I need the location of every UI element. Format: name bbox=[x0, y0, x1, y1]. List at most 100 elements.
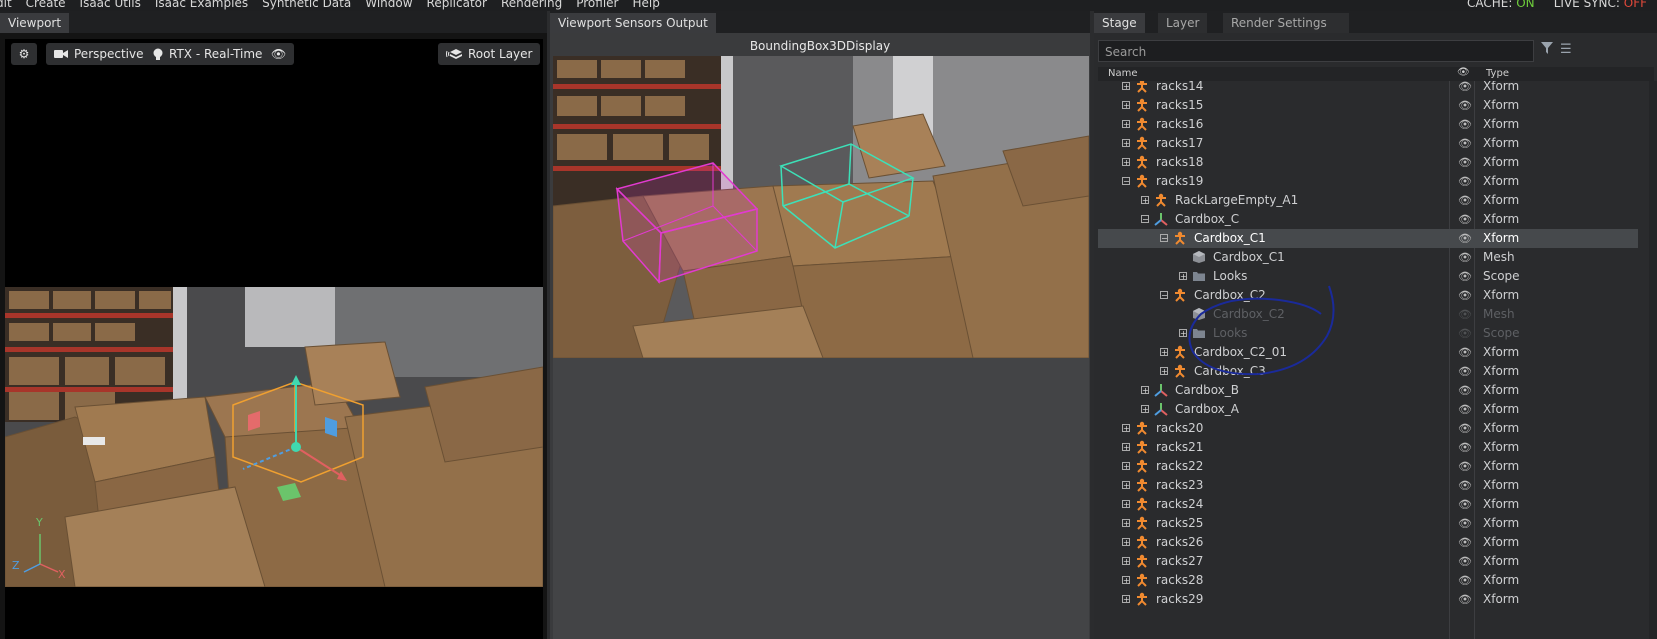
visibility-eye-icon[interactable]: 👁 bbox=[1458, 96, 1472, 115]
stage-search-input[interactable]: Search bbox=[1098, 40, 1534, 62]
visibility-eye-icon[interactable]: 👁 bbox=[1458, 324, 1472, 343]
menu-item[interactable]: Window bbox=[365, 0, 412, 10]
expand-toggle-icon[interactable]: + bbox=[1122, 557, 1130, 566]
expand-toggle-icon[interactable]: + bbox=[1122, 101, 1130, 110]
tree-row[interactable]: − Cardbox_C2 👁 Xform bbox=[1098, 286, 1638, 305]
viewport-3d-scene[interactable] bbox=[5, 287, 543, 587]
expand-toggle-icon[interactable]: + bbox=[1141, 405, 1149, 414]
expand-toggle-icon[interactable]: + bbox=[1122, 576, 1130, 585]
tree-row[interactable]: + racks15 👁 Xform bbox=[1098, 96, 1638, 115]
expand-toggle-icon[interactable]: + bbox=[1122, 500, 1130, 509]
visibility-eye-icon[interactable]: 👁 bbox=[1458, 267, 1472, 286]
visibility-eye-icon[interactable]: 👁 bbox=[1458, 191, 1472, 210]
options-menu-icon[interactable]: ☰ bbox=[1560, 42, 1572, 57]
menu-item[interactable]: Help bbox=[632, 0, 659, 10]
expand-toggle-icon[interactable]: − bbox=[1160, 291, 1168, 300]
tree-row[interactable]: + racks16 👁 Xform bbox=[1098, 115, 1638, 134]
visibility-eye-icon[interactable]: 👁 bbox=[1458, 172, 1472, 191]
tree-row[interactable]: + Cardbox_C3 👁 Xform bbox=[1098, 362, 1638, 381]
layer-button[interactable]: Root Layer bbox=[438, 43, 541, 65]
tab-stage[interactable]: Stage bbox=[1094, 13, 1145, 33]
tree-row[interactable]: + racks17 👁 Xform bbox=[1098, 134, 1638, 153]
tree-row[interactable]: Cardbox_C1 👁 Mesh bbox=[1098, 248, 1638, 267]
menu-item[interactable]: Isaac Utils bbox=[80, 0, 141, 10]
expand-toggle-icon[interactable]: + bbox=[1122, 538, 1130, 547]
expand-toggle-icon[interactable]: + bbox=[1122, 82, 1130, 91]
visibility-eye-icon[interactable]: 👁 bbox=[1458, 400, 1472, 419]
tree-row[interactable]: + Cardbox_B 👁 Xform bbox=[1098, 381, 1638, 400]
visibility-eye-icon[interactable]: 👁 bbox=[1458, 476, 1472, 495]
expand-toggle-icon[interactable]: + bbox=[1122, 120, 1130, 129]
tree-row[interactable]: + racks27 👁 Xform bbox=[1098, 552, 1638, 571]
filter-icon[interactable] bbox=[1541, 42, 1555, 58]
tree-row[interactable]: + racks29 👁 Xform bbox=[1098, 590, 1638, 609]
visibility-eye-icon[interactable]: 👁 bbox=[1458, 571, 1472, 590]
visibility-eye-icon[interactable]: 👁 bbox=[1458, 457, 1472, 476]
tab-viewport[interactable]: Viewport bbox=[0, 13, 70, 33]
menu-item[interactable]: Rendering bbox=[501, 0, 562, 10]
tree-row[interactable]: + racks20 👁 Xform bbox=[1098, 419, 1638, 438]
tab-render-settings[interactable]: Render Settings bbox=[1223, 13, 1349, 33]
visibility-eye-icon[interactable]: 👁 bbox=[1458, 229, 1472, 248]
visibility-eye-icon[interactable]: 👁 bbox=[1458, 533, 1472, 552]
expand-toggle-icon[interactable]: + bbox=[1122, 139, 1130, 148]
visibility-eye-icon[interactable]: 👁 bbox=[1458, 248, 1472, 267]
expand-toggle-icon[interactable]: + bbox=[1122, 462, 1130, 471]
visibility-eye-icon[interactable]: 👁 bbox=[1458, 286, 1472, 305]
visibility-eye-icon[interactable]: 👁 bbox=[1458, 343, 1472, 362]
tree-row[interactable]: − Cardbox_C1 👁 Xform bbox=[1098, 229, 1638, 248]
menu-item[interactable]: Create bbox=[26, 0, 66, 10]
tree-row[interactable]: + Looks 👁 Scope bbox=[1098, 324, 1638, 343]
tree-row[interactable]: + racks23 👁 Xform bbox=[1098, 476, 1638, 495]
visibility-button[interactable]: 👁 bbox=[263, 43, 295, 65]
expand-toggle-icon[interactable]: + bbox=[1122, 481, 1130, 490]
tree-row[interactable]: + racks26 👁 Xform bbox=[1098, 533, 1638, 552]
expand-toggle-icon[interactable]: + bbox=[1141, 196, 1149, 205]
menu-item[interactable]: Replicator bbox=[427, 0, 487, 10]
viewport-settings-button[interactable]: ⚙ bbox=[11, 43, 37, 65]
menu-item[interactable]: Profiler bbox=[576, 0, 618, 10]
livesync-value[interactable]: OFF bbox=[1624, 0, 1647, 10]
visibility-eye-icon[interactable]: 👁 bbox=[1458, 419, 1472, 438]
visibility-eye-icon[interactable]: 👁 bbox=[1458, 305, 1472, 324]
tree-row[interactable]: + racks24 👁 Xform bbox=[1098, 495, 1638, 514]
column-visibility-header-eye-icon[interactable]: 👁 bbox=[1457, 67, 1470, 78]
visibility-eye-icon[interactable]: 👁 bbox=[1458, 81, 1472, 96]
expand-toggle-icon[interactable]: + bbox=[1179, 272, 1187, 281]
tab-viewport-sensors-output[interactable]: Viewport Sensors Output bbox=[550, 13, 716, 33]
visibility-eye-icon[interactable]: 👁 bbox=[1458, 590, 1472, 609]
expand-toggle-icon[interactable]: + bbox=[1122, 424, 1130, 433]
tree-row[interactable]: + Looks 👁 Scope bbox=[1098, 267, 1638, 286]
visibility-eye-icon[interactable]: 👁 bbox=[1458, 210, 1472, 229]
expand-toggle-icon[interactable]: + bbox=[1141, 386, 1149, 395]
visibility-eye-icon[interactable]: 👁 bbox=[1458, 115, 1472, 134]
column-type-header[interactable]: Type bbox=[1486, 68, 1509, 79]
expand-toggle-icon[interactable]: + bbox=[1122, 443, 1130, 452]
cache-value[interactable]: ON bbox=[1516, 0, 1534, 10]
visibility-eye-icon[interactable]: 👁 bbox=[1458, 495, 1472, 514]
expand-toggle-icon[interactable]: − bbox=[1141, 215, 1149, 224]
visibility-eye-icon[interactable]: 👁 bbox=[1458, 362, 1472, 381]
expand-toggle-icon[interactable]: − bbox=[1160, 234, 1168, 243]
stage-scrollbar[interactable] bbox=[1649, 81, 1657, 639]
menu-item[interactable]: Isaac Examples bbox=[155, 0, 248, 10]
tree-row[interactable]: + racks22 👁 Xform bbox=[1098, 457, 1638, 476]
column-name-header[interactable]: Name bbox=[1108, 68, 1138, 79]
tree-row[interactable]: + RackLargeEmpty_A1 👁 Xform bbox=[1098, 191, 1638, 210]
menu-item[interactable]: Synthetic Data bbox=[262, 0, 351, 10]
expand-toggle-icon[interactable]: − bbox=[1122, 177, 1130, 186]
tree-row[interactable]: Cardbox_C2 👁 Mesh bbox=[1098, 305, 1638, 324]
visibility-eye-icon[interactable]: 👁 bbox=[1458, 438, 1472, 457]
visibility-eye-icon[interactable]: 👁 bbox=[1458, 381, 1472, 400]
tree-row[interactable]: − Cardbox_C 👁 Xform bbox=[1098, 210, 1638, 229]
tree-row[interactable]: + racks25 👁 Xform bbox=[1098, 514, 1638, 533]
expand-toggle-icon[interactable]: + bbox=[1160, 348, 1168, 357]
tree-row[interactable]: + racks21 👁 Xform bbox=[1098, 438, 1638, 457]
tree-row[interactable]: − racks19 👁 Xform bbox=[1098, 172, 1638, 191]
menu-item[interactable]: dit bbox=[0, 0, 12, 10]
visibility-eye-icon[interactable]: 👁 bbox=[1458, 552, 1472, 571]
tab-layer[interactable]: Layer bbox=[1158, 13, 1208, 33]
tree-row[interactable]: + racks14 👁 Xform bbox=[1098, 81, 1638, 96]
tree-row[interactable]: + racks28 👁 Xform bbox=[1098, 571, 1638, 590]
tree-row[interactable]: + Cardbox_A 👁 Xform bbox=[1098, 400, 1638, 419]
